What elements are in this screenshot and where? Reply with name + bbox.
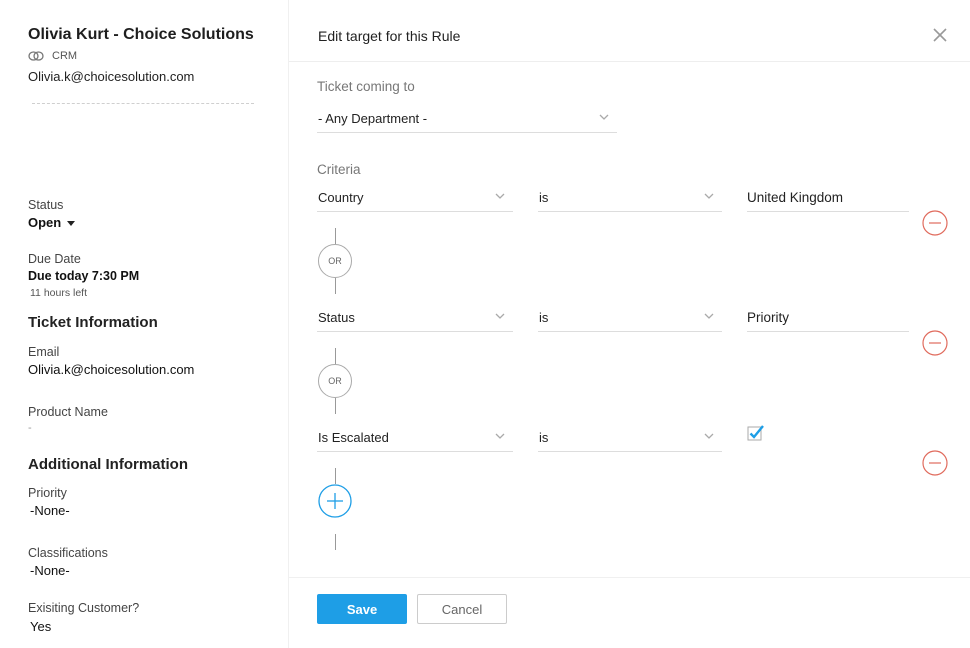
edit-target-dialog: Edit target for this Rule Ticket coming … — [288, 0, 970, 648]
divider — [32, 103, 254, 104]
product-name-value[interactable]: - — [28, 422, 32, 434]
remove-criteria-icon[interactable] — [922, 210, 948, 236]
crm-label: CRM — [52, 50, 78, 62]
escalated-checkbox[interactable] — [747, 424, 765, 442]
chevron-down-icon — [599, 114, 609, 120]
criteria-operator-select[interactable]: is — [538, 424, 722, 452]
ticket-information-heading: Ticket Information — [28, 314, 158, 331]
criteria-field-select[interactable]: Is Escalated — [317, 424, 513, 452]
connector-line — [335, 534, 336, 550]
remove-criteria-icon[interactable] — [922, 330, 948, 356]
or-connector[interactable]: OR — [318, 244, 352, 278]
criteria-field-value: Country — [318, 190, 364, 205]
due-date-note: 11 hours left — [30, 287, 88, 299]
criteria-operator-select[interactable]: is — [538, 304, 722, 332]
connector-line — [335, 348, 336, 364]
or-connector[interactable]: OR — [318, 364, 352, 398]
save-button[interactable]: Save — [317, 594, 407, 624]
criteria-value-text: United Kingdom — [747, 190, 844, 205]
criteria-label: Criteria — [317, 162, 361, 177]
status-value: Open — [28, 215, 62, 230]
status-dropdown[interactable]: Open — [28, 215, 76, 230]
dialog-header: Edit target for this Rule — [289, 0, 970, 62]
caret-down-icon — [67, 221, 76, 227]
product-name-label: Product Name — [28, 405, 108, 419]
link-icon — [28, 51, 44, 61]
chevron-down-icon — [495, 193, 505, 199]
existing-customer-label: Exisiting Customer? — [28, 601, 140, 615]
cancel-button[interactable]: Cancel — [417, 594, 507, 624]
email-label: Email — [28, 345, 60, 359]
chevron-down-icon — [704, 313, 714, 319]
criteria-field-value: Is Escalated — [318, 430, 389, 445]
existing-customer-value[interactable]: Yes — [30, 619, 51, 634]
ticket-details-panel: Olivia Kurt - Choice Solutions CRM Olivi… — [0, 0, 290, 648]
due-date-label: Due Date — [28, 252, 81, 266]
classifications-label: Classifications — [28, 546, 108, 560]
criteria-value-input[interactable]: United Kingdom — [747, 184, 909, 212]
dialog-footer: Save Cancel — [289, 577, 970, 648]
criteria-field-select[interactable]: Country — [317, 184, 513, 212]
chevron-down-icon — [495, 313, 505, 319]
crm-source: CRM — [28, 50, 77, 62]
criteria-field-value: Status — [318, 310, 355, 325]
criteria-value-input[interactable]: Priority — [747, 304, 909, 332]
chevron-down-icon — [495, 433, 505, 439]
close-icon[interactable] — [929, 24, 951, 46]
connector-line — [335, 398, 336, 414]
department-value: - Any Department - — [318, 111, 428, 126]
criteria-operator-value: is — [539, 190, 549, 205]
ticket-coming-label: Ticket coming to — [317, 79, 415, 94]
additional-information-heading: Additional Information — [28, 456, 188, 473]
classifications-value[interactable]: -None- — [30, 563, 70, 578]
criteria-operator-value: is — [539, 430, 549, 445]
dialog-title: Edit target for this Rule — [318, 28, 461, 44]
chevron-down-icon — [704, 193, 714, 199]
contact-email[interactable]: Olivia.k@choicesolution.com — [28, 69, 194, 84]
criteria-operator-value: is — [539, 310, 549, 325]
connector-line — [335, 468, 336, 484]
department-select[interactable]: - Any Department - — [317, 105, 617, 133]
status-label: Status — [28, 198, 64, 212]
add-criteria-icon[interactable] — [318, 484, 352, 518]
due-date-value[interactable]: Due today 7:30 PM — [28, 269, 139, 283]
email-value[interactable]: Olivia.k@choicesolution.com — [28, 362, 194, 377]
criteria-operator-select[interactable]: is — [538, 184, 722, 212]
contact-name[interactable]: Olivia Kurt - Choice Solutions — [28, 26, 254, 44]
remove-criteria-icon[interactable] — [922, 450, 948, 476]
criteria-value-text: Priority — [747, 310, 790, 325]
criteria-field-select[interactable]: Status — [317, 304, 513, 332]
priority-value[interactable]: -None- — [30, 503, 70, 518]
chevron-down-icon — [704, 433, 714, 439]
connector-line — [335, 278, 336, 294]
priority-label: Priority — [28, 486, 67, 500]
connector-line — [335, 228, 336, 244]
